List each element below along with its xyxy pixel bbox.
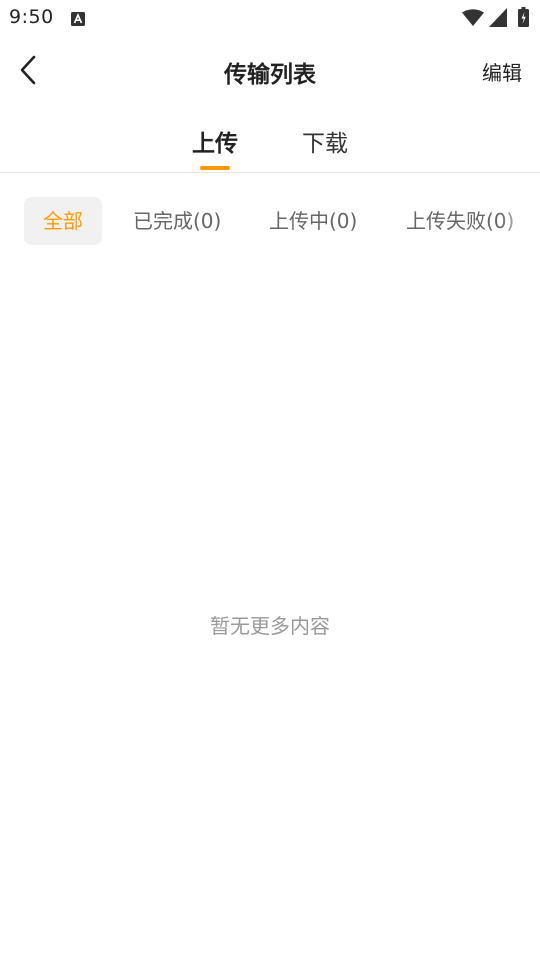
filter-chip-completed[interactable]: 已完成(0) (133, 197, 221, 245)
main-tabs: 上传 下载 (0, 110, 540, 173)
empty-state-message: 暂无更多内容 (210, 614, 330, 638)
filter-chip-uploading[interactable]: 上传中(0) (269, 197, 357, 245)
filter-row: 全部 已完成(0) 上传中(0) 上传失败(0) (0, 195, 540, 247)
status-time: 9:50 (9, 6, 54, 28)
signal-icon (489, 8, 507, 27)
status-bar: 9:50 (0, 0, 540, 36)
wifi-icon (462, 9, 484, 27)
active-tab-indicator (200, 166, 230, 170)
edit-button[interactable]: 编辑 (482, 57, 522, 86)
filter-chip-failed[interactable]: 上传失败(0) (406, 197, 514, 245)
battery-icon (518, 7, 529, 27)
a-notification-icon (71, 11, 85, 26)
filter-chip-all[interactable]: 全部 (24, 197, 102, 245)
screen: 9:50 传输列表 编辑 上传 下载 全部 已完成(0) 上传中(0) 上传失败… (0, 0, 540, 960)
page-title: 传输列表 (224, 62, 316, 88)
app-bar: 传输列表 编辑 (0, 36, 540, 102)
tab-download[interactable]: 下载 (302, 124, 348, 158)
tab-upload[interactable]: 上传 (192, 124, 238, 158)
